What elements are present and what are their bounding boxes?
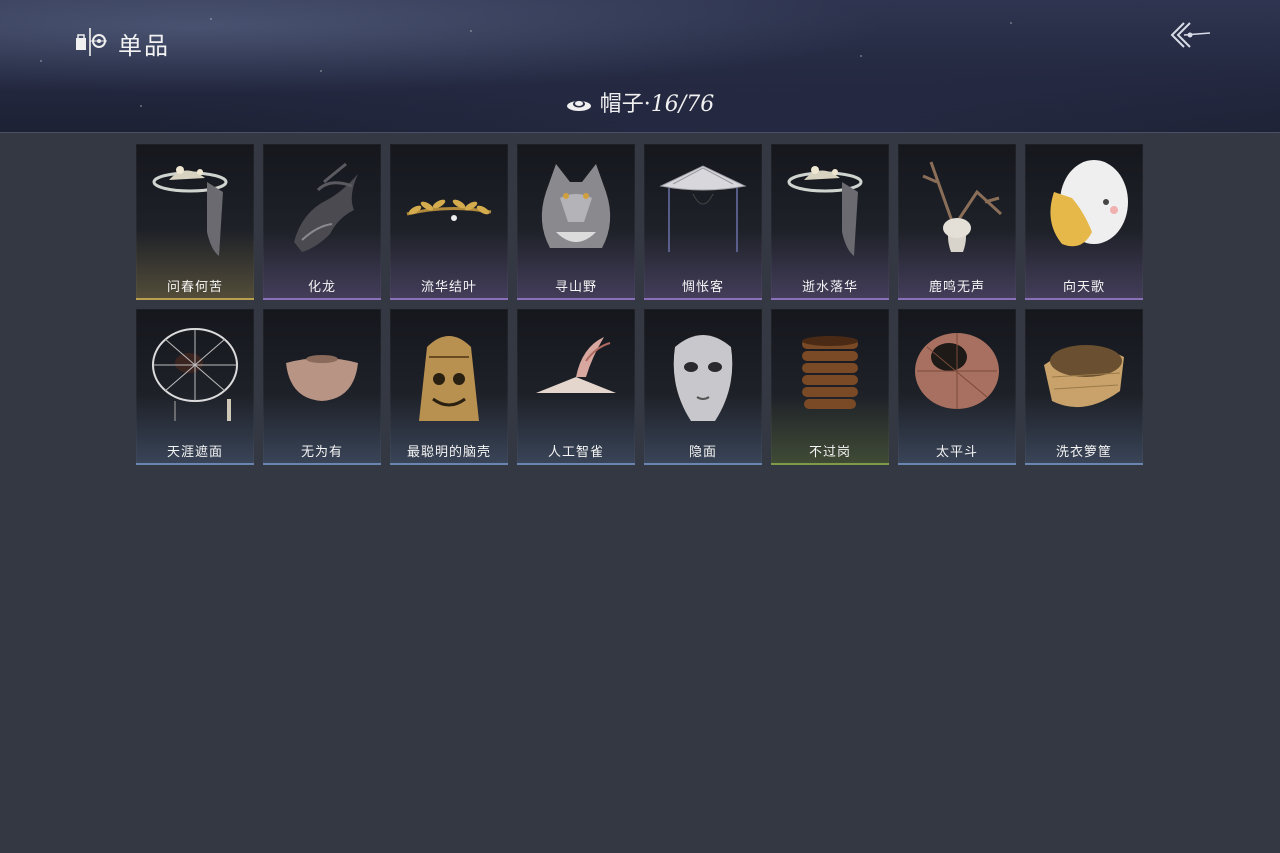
item-name: 鹿鸣无声	[928, 280, 985, 295]
item-card[interactable]: 逝水落华	[771, 144, 889, 300]
rarity-bar	[263, 298, 381, 300]
dragon-headpiece-icon	[294, 162, 358, 252]
rarity-bar	[898, 463, 1016, 465]
deer-skull-icon	[922, 161, 1003, 252]
clay-bowl-icon	[286, 355, 358, 401]
item-card[interactable]: 鹿鸣无声	[898, 144, 1016, 300]
item-grid: 问春何苦 化龙 流华结叶 寻山野 惆怅客 逝水落华 鹿鸣无声 向天歌天涯遮面 无为有 最聪明的脑壳…	[136, 144, 1143, 465]
rarity-bar	[390, 298, 508, 300]
woven-basket-icon	[915, 333, 999, 409]
item-card[interactable]: 寻山野	[517, 144, 635, 300]
rarity-bar	[390, 463, 508, 465]
item-card[interactable]: 化龙	[263, 144, 381, 300]
item-card[interactable]: 不过岗	[771, 309, 889, 465]
bell-helmet-icon	[419, 336, 479, 421]
wolf-head-icon	[541, 164, 611, 248]
item-name: 惆怅客	[681, 280, 724, 295]
rarity-bar	[136, 463, 254, 465]
item-name: 逝水落华	[801, 280, 858, 295]
item-name: 人工智雀	[547, 445, 604, 460]
laundry-basket-icon	[1044, 345, 1124, 408]
laurel-crown-icon	[406, 199, 492, 221]
rarity-bar	[644, 463, 762, 465]
item-name: 隐面	[688, 445, 717, 460]
item-card[interactable]: 无为有	[263, 309, 381, 465]
item-card[interactable]: 最聪明的脑壳	[390, 309, 508, 465]
item-card[interactable]: 流华结叶	[390, 144, 508, 300]
category-heading: 帽子·16/76	[0, 86, 1280, 118]
item-name: 流华结叶	[420, 280, 477, 295]
collection-logo-icon	[76, 28, 107, 56]
item-card[interactable]: 惆怅客	[644, 144, 762, 300]
rarity-bar	[1025, 463, 1143, 465]
item-name: 洗衣箩筐	[1055, 445, 1112, 460]
rarity-bar	[771, 463, 889, 465]
rarity-bar	[263, 463, 381, 465]
bowl-stack-icon	[802, 336, 858, 409]
item-name: 太平斗	[935, 445, 978, 460]
rarity-bar	[1025, 298, 1143, 300]
rarity-bar	[517, 463, 635, 465]
item-card[interactable]: 人工智雀	[517, 309, 635, 465]
bamboo-hat-icon	[659, 165, 747, 252]
silver-mask-icon	[673, 335, 733, 421]
item-card[interactable]: 问春何苦	[136, 144, 254, 300]
back-arrow-icon[interactable]	[1168, 18, 1212, 52]
item-name: 向天歌	[1062, 280, 1105, 295]
item-card[interactable]: 太平斗	[898, 309, 1016, 465]
item-card[interactable]: 洗衣箩筐	[1025, 309, 1143, 465]
rarity-bar	[136, 298, 254, 300]
veiled-hat-icon	[787, 166, 863, 256]
item-name: 天涯遮面	[166, 445, 223, 460]
item-name: 化龙	[307, 280, 336, 295]
category-count: 16/76	[650, 92, 715, 117]
rarity-bar	[898, 298, 1016, 300]
rarity-bar	[771, 298, 889, 300]
item-name: 最聪明的脑壳	[406, 445, 491, 460]
rarity-bar	[517, 298, 635, 300]
category-label: 帽子·	[599, 92, 651, 117]
item-name: 不过岗	[808, 445, 851, 460]
bird-hat-icon	[536, 337, 616, 393]
item-card[interactable]: 向天歌	[1025, 144, 1143, 300]
item-card[interactable]: 天涯遮面	[136, 309, 254, 465]
item-name: 无为有	[300, 445, 343, 460]
duck-hood-icon	[1050, 160, 1128, 247]
item-name: 问春何苦	[166, 280, 223, 295]
item-card[interactable]: 隐面	[644, 309, 762, 465]
header-banner: 单品 帽子·16/76	[0, 0, 1280, 133]
hat-icon	[566, 100, 591, 111]
item-name: 寻山野	[554, 280, 597, 295]
wire-hat-icon	[152, 328, 238, 421]
rarity-bar	[644, 298, 762, 300]
page-title: 单品	[118, 32, 170, 60]
veiled-hat-icon	[152, 166, 228, 256]
